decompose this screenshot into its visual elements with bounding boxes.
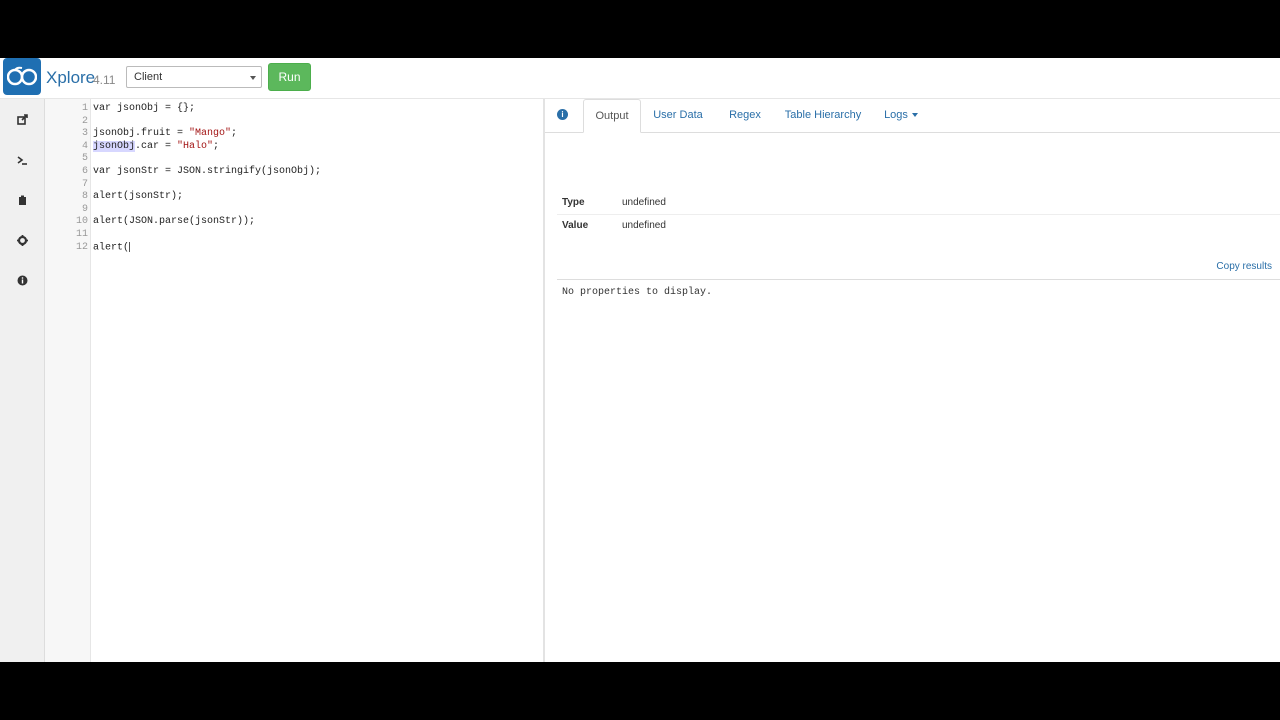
value-value: undefined (622, 220, 666, 231)
results-panel: i Output User Data Regex Table Hierarchy… (545, 99, 1280, 662)
line-number: 9 (81, 203, 88, 215)
clipboard-icon[interactable] (14, 192, 30, 208)
code-editor[interactable]: 1 var jsonObj = {}; 2 3 jsonObj.fruit = … (45, 99, 545, 662)
divider (557, 279, 1280, 280)
line-number: 10 (75, 216, 88, 228)
code-line: jsonObj.fruit = "Mango"; (93, 128, 238, 140)
tab-regex[interactable]: Regex (721, 99, 769, 132)
external-link-icon[interactable] (14, 111, 30, 127)
line-number: 11 (75, 229, 88, 240)
line-number: 7 (81, 178, 88, 190)
chevron-down-icon (250, 76, 256, 80)
app-name: Xplore (46, 68, 96, 87)
code-line: jsonObj.car = "Halo"; (93, 140, 220, 152)
tab-table-hierarchy[interactable]: Table Hierarchy (781, 99, 865, 132)
tab-logs[interactable]: Logs (879, 99, 923, 132)
header: Xplore 4.11 Client Run (0, 58, 1280, 99)
line-number: 5 (81, 153, 88, 165)
tab-logs-label: Logs (884, 109, 908, 121)
value-label: Value (562, 220, 589, 231)
line-number: 4 (81, 140, 88, 152)
code-line: alert( (93, 241, 131, 254)
line-number: 8 (81, 191, 88, 203)
terminal-icon[interactable] (14, 152, 30, 168)
code-line: var jsonObj = {}; (93, 103, 196, 114)
code-line: alert(jsonStr); (93, 191, 184, 203)
line-number: 3 (81, 128, 88, 140)
line-number: 6 (81, 166, 88, 177)
no-properties-message: No properties to display. (562, 287, 713, 298)
info-icon[interactable] (14, 272, 30, 288)
app-window: Xplore 4.11 Client Run 1 var jsonObj = {… (0, 58, 1280, 662)
line-number: 12 (75, 241, 88, 253)
glasses-icon (7, 66, 37, 86)
value-row: Value undefined (557, 214, 1280, 237)
code-line: alert(JSON.parse(jsonStr)); (93, 216, 256, 228)
caret-down-icon (911, 113, 918, 118)
type-label: Type (562, 197, 585, 208)
type-row: Type undefined (557, 191, 1280, 215)
tab-user-data[interactable]: User Data (649, 99, 707, 132)
run-button[interactable]: Run (268, 63, 311, 91)
scope-select[interactable]: Client (126, 66, 262, 88)
results-tabs: i Output User Data Regex Table Hierarchy… (545, 99, 1280, 133)
xplore-logo (3, 58, 41, 95)
sidebar (0, 99, 45, 662)
app-version: 4.11 (93, 73, 116, 87)
tab-output[interactable]: Output (583, 99, 641, 133)
code-line: var jsonStr = JSON.stringify(jsonObj); (93, 166, 322, 177)
gear-icon[interactable] (14, 232, 30, 248)
info-icon[interactable]: i (557, 109, 568, 120)
scope-select-value: Client (134, 71, 163, 83)
line-number: 1 (81, 103, 88, 114)
text-cursor (129, 241, 131, 252)
copy-results-link[interactable]: Copy results (1216, 261, 1272, 272)
type-value: undefined (622, 197, 666, 208)
line-number: 2 (81, 115, 88, 127)
